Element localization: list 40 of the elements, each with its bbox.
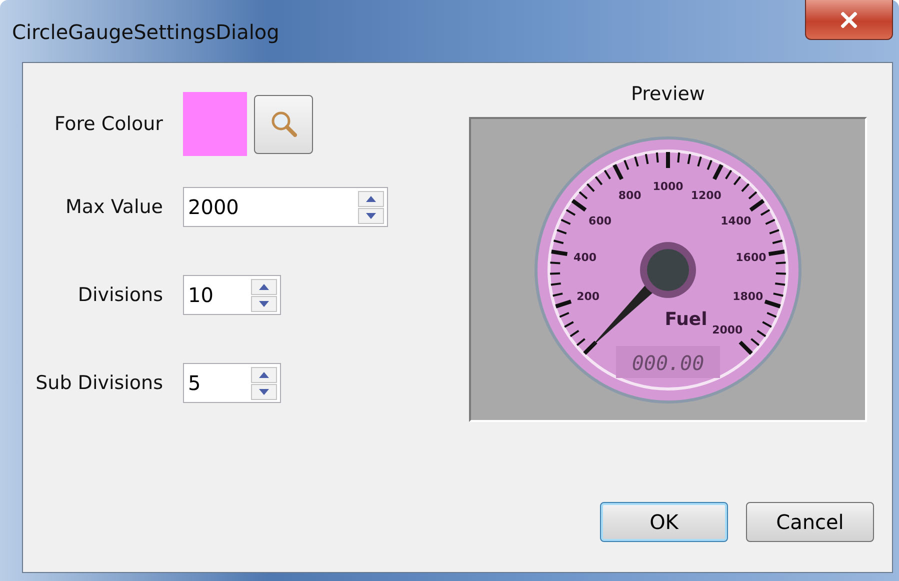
gauge-title: Fuel [664,308,708,330]
scale-label: 800 [618,188,642,202]
ok-button[interactable]: OK [600,502,728,542]
down-arrow-icon [366,212,376,218]
scale-label: 1200 [690,188,722,202]
number-spinner[interactable]: 10 [183,275,281,315]
decrement-button[interactable] [251,296,277,312]
number-spinner[interactable]: 5 [183,363,281,403]
number-spinner[interactable]: 2000 [183,187,388,227]
cancel-button[interactable]: Cancel [746,502,874,542]
increment-button[interactable] [251,366,277,382]
needle-hub [640,242,696,298]
decrement-button[interactable] [251,384,277,400]
increment-button[interactable] [251,278,277,294]
magnifier-icon [270,111,296,137]
up-arrow-icon [259,372,269,378]
up-arrow-icon [259,284,269,290]
scale-label: 1000 [652,180,684,192]
field-label: Sub Divisions [34,372,163,394]
decrement-button[interactable] [358,208,384,224]
scale-label: 2000 [712,322,743,336]
preview-title: Preview [631,83,705,107]
pick-colour-button[interactable] [254,94,313,154]
down-arrow-icon [259,300,269,306]
scale-label: 1800 [732,289,764,302]
window-title: CircleGaugeSettingsDialog [12,20,280,44]
close-button[interactable] [805,0,893,40]
down-arrow-icon [259,388,269,394]
field-label: Fore Colour [53,113,163,135]
scale-label: 600 [588,214,612,228]
scale-label: 200 [576,289,600,302]
field-label: Divisions [76,284,163,306]
field-label: Max Value [64,196,163,218]
scale-label: 1600 [736,250,766,264]
readout: 000.00 [632,350,704,374]
scale-label: 400 [574,250,597,264]
close-icon [841,12,857,28]
scale-label: 1400 [720,214,752,228]
up-arrow-icon [366,196,376,202]
increment-button[interactable] [358,190,384,206]
